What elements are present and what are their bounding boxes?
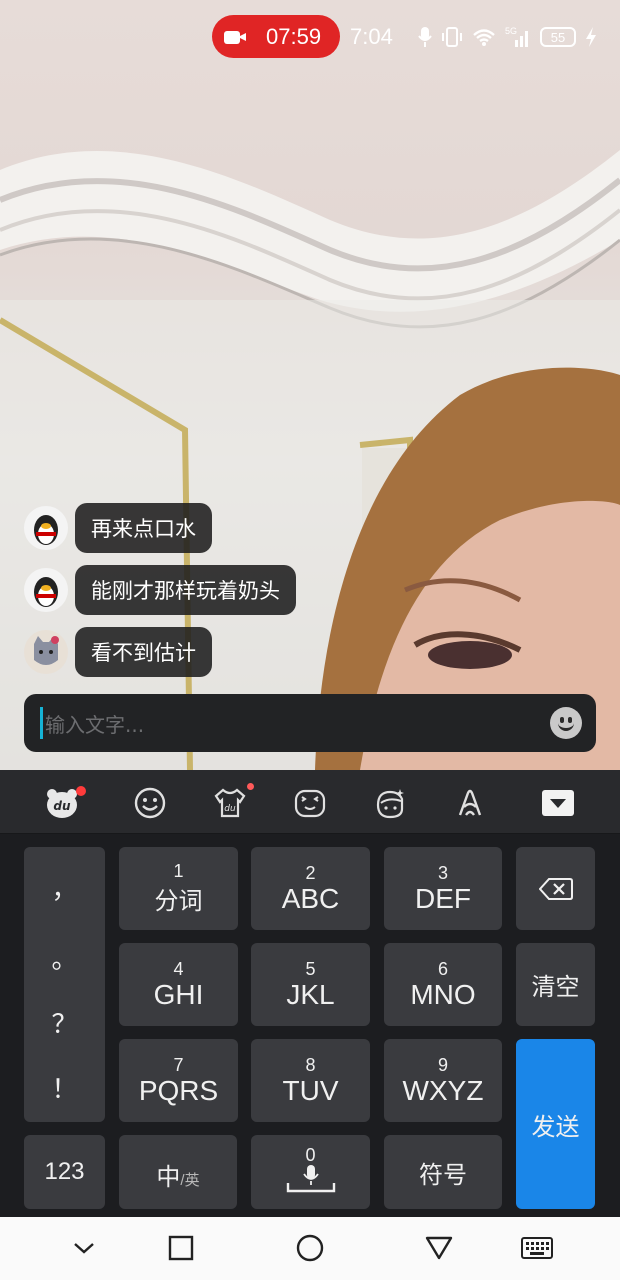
cellular-signal-icon: 5G (505, 26, 531, 48)
home-circle-icon[interactable] (295, 1233, 325, 1263)
chat-message: 再来点口水 (24, 503, 212, 553)
lang-switch-key[interactable]: 中 /英 (119, 1135, 237, 1209)
recording-timer: 07:59 (266, 23, 322, 49)
vibrate-icon (442, 27, 462, 47)
penguin-avatar-icon (34, 515, 58, 545)
key-label: 发送 (531, 1113, 580, 1141)
screen-recording-indicator[interactable]: 07:59 (212, 15, 340, 58)
svg-text:du: du (53, 799, 71, 813)
key-6-mno[interactable]: 6 MNO (384, 943, 502, 1026)
smiley-icon[interactable] (132, 785, 168, 821)
key-number: 2 (305, 862, 316, 883)
penguin-avatar-icon (34, 577, 58, 607)
user-avatar[interactable] (24, 630, 68, 674)
key-label: MNO (410, 978, 476, 1010)
charging-bolt-icon (586, 27, 596, 47)
key-label: 123 (44, 1158, 85, 1185)
key-9-wxyz[interactable]: 9 WXYZ (384, 1039, 502, 1122)
key-2-abc[interactable]: 2 ABC (251, 847, 370, 930)
key-label: ABC (281, 882, 340, 914)
microphone-icon (286, 1165, 335, 1193)
user-avatar[interactable] (24, 506, 68, 550)
key-label: 符号 (419, 1161, 467, 1189)
key-number: 0 (305, 1145, 316, 1165)
key-label: TUV (282, 1074, 339, 1106)
recents-square-icon[interactable] (166, 1233, 196, 1263)
key-number: 9 (437, 1054, 448, 1075)
key-7-pqrs[interactable]: 7 PQRS (119, 1039, 238, 1122)
key-8-tuv[interactable]: 8 TUV (251, 1039, 370, 1122)
symbols-key[interactable]: 符号 (384, 1135, 502, 1209)
clear-key[interactable]: 清空 (516, 943, 595, 1026)
key-number: 1 (173, 861, 184, 881)
key-number: 7 (173, 1054, 184, 1075)
system-nav-bar (0, 1217, 620, 1280)
keyboard-switch-icon[interactable] (520, 1233, 554, 1263)
key-number: 6 (437, 958, 448, 979)
keyboard-toolbar: du du (0, 770, 620, 834)
backspace-key[interactable] (516, 847, 595, 930)
key-label: WXYZ (402, 1074, 484, 1106)
kitty-avatar-icon (34, 636, 59, 665)
key-number: 5 (305, 958, 316, 979)
chat-bubble: 看不到估计 (75, 627, 212, 677)
punctuation-column[interactable]: ， 。 ？ ！ (24, 847, 105, 1122)
key-number: 3 (437, 862, 448, 883)
battery-level: 55 (540, 27, 576, 47)
video-camera-icon (224, 29, 246, 45)
text-cursor (40, 707, 43, 739)
key-label: 分词 (154, 888, 203, 915)
svg-text:du: du (224, 804, 236, 814)
num-switch-key[interactable]: 123 (24, 1135, 105, 1209)
chat-message: 看不到估计 (24, 627, 212, 677)
key-label: PQRS (138, 1074, 219, 1106)
key-label: 清空 (531, 974, 580, 1001)
key-number: 8 (305, 1054, 316, 1075)
key-4-ghi[interactable]: 4 GHI (119, 943, 238, 1026)
key-number: 4 (173, 958, 184, 979)
punct-comma-key[interactable]: ， (24, 869, 105, 906)
back-triangle-icon[interactable] (424, 1233, 454, 1263)
emoji-button[interactable] (550, 707, 582, 739)
comment-input[interactable]: 输入文字... (24, 694, 596, 752)
key-3-def[interactable]: 3 DEF (384, 847, 502, 930)
ime-keyboard: du du ， 。 ？ ！ 1 分词 2 ABC 3 DEF 4 GHI 5 J… (0, 770, 620, 1217)
key-label: JKL (286, 978, 335, 1010)
punct-question-key[interactable]: ？ (24, 1004, 105, 1041)
emoticon-face-icon[interactable] (292, 785, 328, 821)
space-voice-key[interactable]: 0 (251, 1135, 370, 1209)
wifi-icon (473, 29, 495, 46)
key-label: GHI (153, 978, 204, 1010)
status-clock: 7:04 (350, 24, 393, 49)
chevron-down-icon[interactable] (69, 1233, 99, 1263)
chat-bubble: 能刚才那样玩着奶头 (75, 565, 296, 615)
handwrite-icon[interactable] (452, 785, 488, 821)
status-bar: 07:59 7:04 5G 55 (0, 0, 620, 72)
microphone-icon (418, 27, 432, 47)
key-5-jkl[interactable]: 5 JKL (251, 943, 370, 1026)
key-sublabel: /英 (180, 1172, 200, 1189)
user-avatar[interactable] (24, 568, 68, 612)
send-key[interactable]: 发送 (516, 1039, 595, 1209)
sticker-face-icon[interactable] (372, 785, 408, 821)
collapse-keyboard-icon[interactable] (540, 785, 576, 821)
backspace-icon (538, 877, 573, 900)
skin-shirt-icon[interactable]: du (212, 783, 254, 821)
key-label: 中 (156, 1164, 181, 1191)
input-placeholder: 输入文字... (45, 712, 145, 737)
punct-exclaim-key[interactable]: ！ (24, 1069, 105, 1106)
punct-period-key[interactable]: 。 (24, 939, 105, 976)
du-bear-icon[interactable]: du (44, 785, 86, 821)
system-icons: 5G 55 (418, 22, 597, 52)
chat-message: 能刚才那样玩着奶头 (24, 565, 296, 615)
chat-bubble: 再来点口水 (75, 503, 212, 553)
key-label: DEF (415, 882, 471, 914)
key-1-segment[interactable]: 1 分词 (119, 847, 238, 930)
